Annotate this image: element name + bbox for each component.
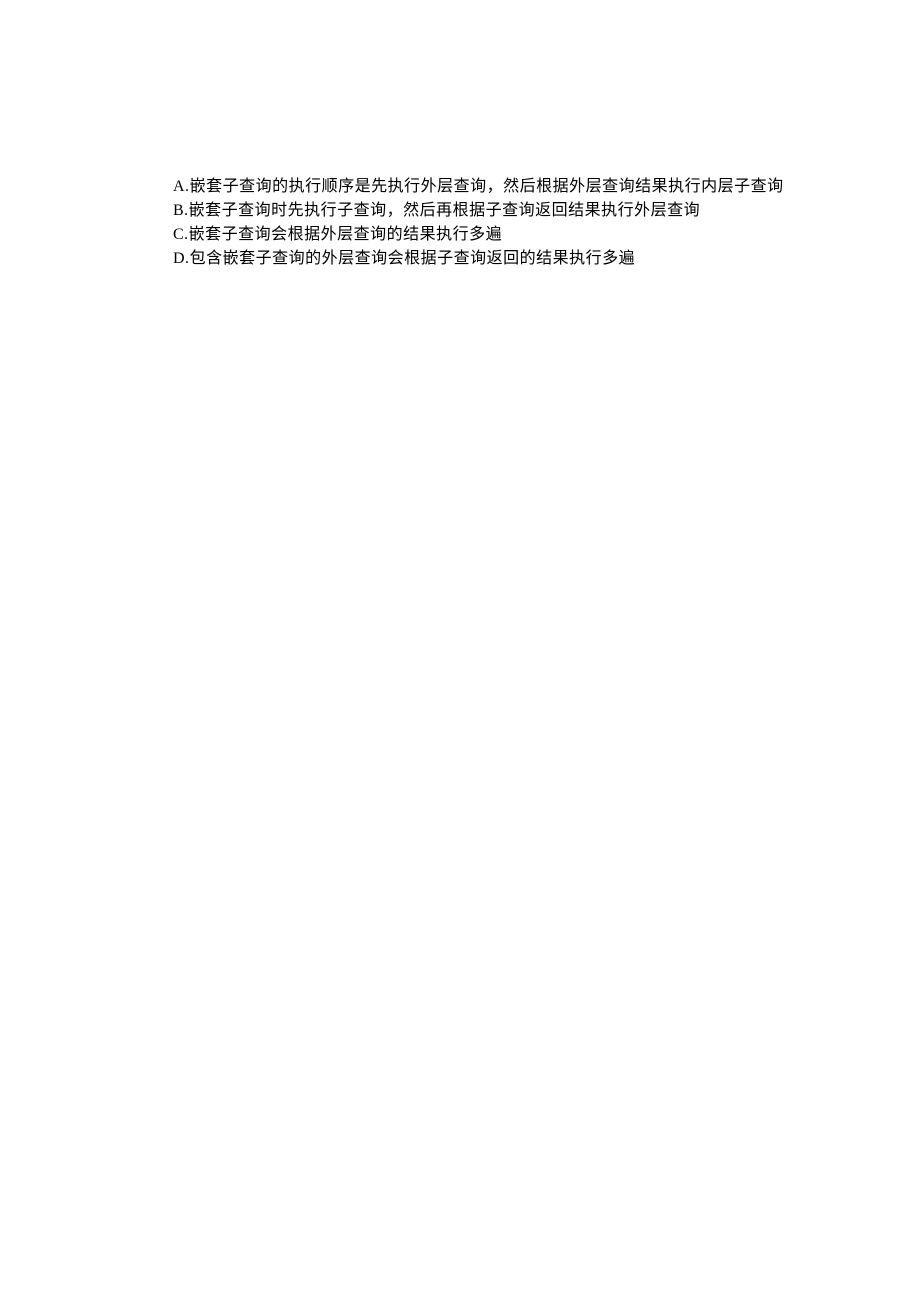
option-c-label: C. xyxy=(173,226,189,243)
option-b-label: B. xyxy=(173,202,189,219)
option-a: A.嵌套子查询的执行顺序是先执行外层查询，然后根据外层查询结果执行内层子查询 xyxy=(173,175,800,199)
option-d: D.包含嵌套子查询的外层查询会根据子查询返回的结果执行多遍 xyxy=(173,247,800,271)
option-a-label: A. xyxy=(173,178,190,195)
option-d-label: D. xyxy=(173,250,190,267)
option-b: B.嵌套子查询时先执行子查询，然后再根据子查询返回结果执行外层查询 xyxy=(173,199,800,223)
option-a-text: 嵌套子查询的执行顺序是先执行外层查询，然后根据外层查询结果执行内层子查询 xyxy=(190,178,784,195)
option-d-text: 包含嵌套子查询的外层查询会根据子查询返回的结果执行多遍 xyxy=(190,250,636,267)
option-c: C.嵌套子查询会根据外层查询的结果执行多遍 xyxy=(173,223,800,247)
option-c-text: 嵌套子查询会根据外层查询的结果执行多遍 xyxy=(189,226,503,243)
question-options: A.嵌套子查询的执行顺序是先执行外层查询，然后根据外层查询结果执行内层子查询 B… xyxy=(173,175,800,271)
option-b-text: 嵌套子查询时先执行子查询，然后再根据子查询返回结果执行外层查询 xyxy=(189,202,701,219)
